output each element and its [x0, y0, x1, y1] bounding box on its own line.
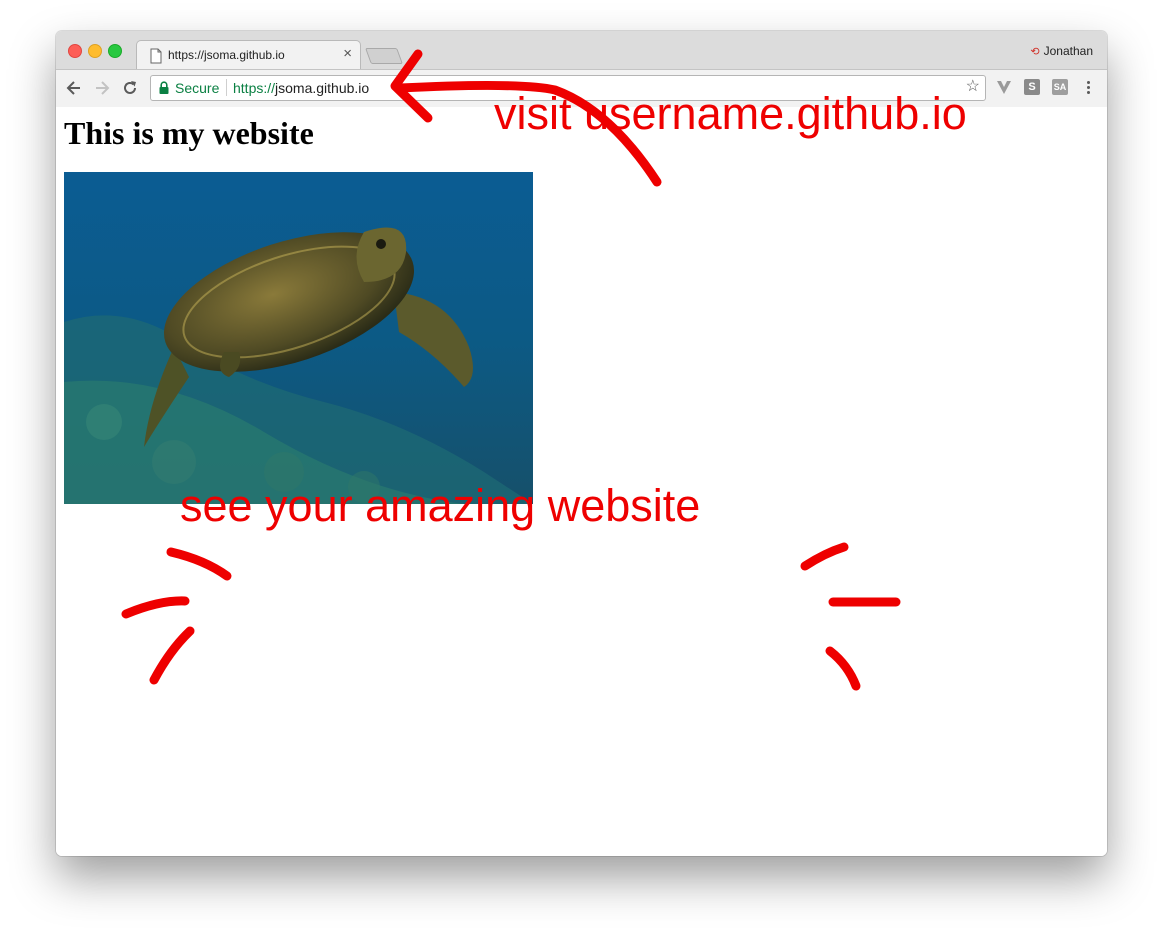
browser-window: https://jsoma.github.io × ⟲ Jonathan Secu… [56, 31, 1107, 856]
lock-icon [159, 81, 169, 94]
url-host: jsoma.github.io [275, 80, 370, 96]
browser-tab[interactable]: https://jsoma.github.io × [136, 40, 361, 70]
tab-close-button[interactable]: × [343, 45, 352, 62]
tab-bar: https://jsoma.github.io × ⟲ Jonathan [56, 31, 1107, 70]
page-icon [150, 48, 162, 64]
address-divider [226, 79, 227, 96]
more-menu-icon[interactable] [1083, 79, 1093, 97]
s-extension-icon[interactable]: S [1024, 79, 1040, 95]
secure-label: Secure [175, 80, 220, 96]
sa-extension-icon[interactable]: SA [1052, 79, 1068, 95]
v-extension-icon[interactable] [996, 79, 1012, 95]
new-tab-button[interactable] [365, 48, 403, 64]
bookmark-star-icon[interactable]: ☆ [966, 79, 980, 95]
sea-turtle-image [64, 172, 533, 504]
url-text: https://jsoma.github.io [233, 80, 369, 96]
maximize-window-button[interactable] [108, 44, 122, 58]
tab-title: https://jsoma.github.io [168, 48, 285, 62]
profile-name: Jonathan [1043, 44, 1093, 58]
back-arrow-icon[interactable] [65, 79, 83, 97]
reload-icon[interactable] [121, 79, 139, 97]
minimize-window-button[interactable] [88, 44, 102, 58]
profile-menu[interactable]: ⟲ Jonathan [1030, 44, 1093, 58]
callout-see: see your amazing website [180, 480, 701, 531]
page-heading: This is my website [64, 115, 314, 151]
forward-arrow-icon[interactable] [93, 79, 111, 97]
callout-visit: visit username.github.io [494, 88, 967, 139]
sync-icon: ⟲ [1030, 46, 1040, 58]
close-window-button[interactable] [68, 44, 82, 58]
url-scheme: https:// [233, 80, 276, 96]
